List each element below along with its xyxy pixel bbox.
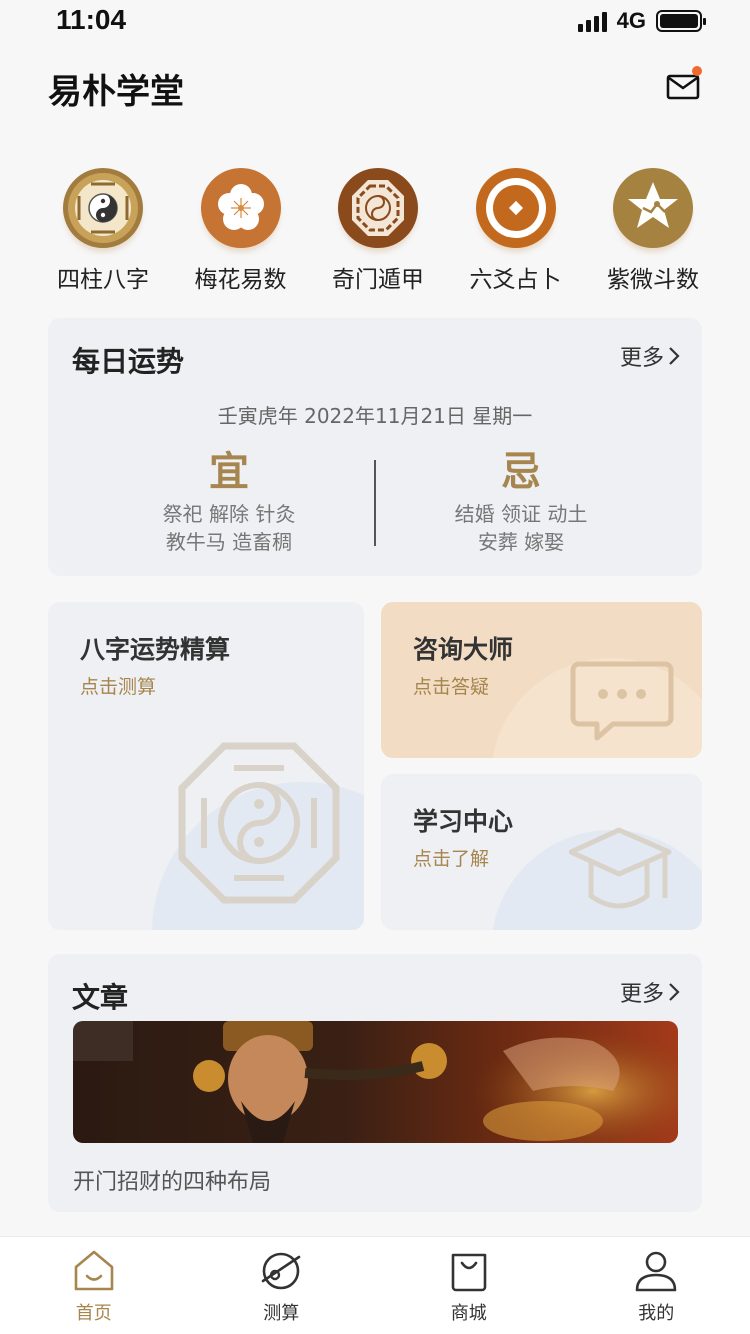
tab-label: 我的: [638, 1303, 675, 1324]
section-title: 每日运势: [72, 345, 185, 378]
mail-icon: [666, 74, 700, 100]
home-icon: [74, 1250, 114, 1291]
tab-shop[interactable]: 商城: [375, 1237, 563, 1334]
category-label: 奇门遁甲: [332, 267, 424, 293]
tile-subtitle: 点击答疑: [413, 676, 490, 698]
tile-subtitle: 点击了解: [413, 848, 490, 870]
section-title: 文章: [72, 981, 129, 1014]
category-label: 六爻占卜: [469, 267, 562, 293]
category-qimen-dunjia[interactable]: 奇门遁甲: [313, 168, 443, 298]
chat-bubble-icon: [570, 661, 674, 741]
yi-column: 宜 祭祀 解除 针灸 教牛马 造畜稠: [84, 450, 374, 556]
status-time: 11:04: [56, 4, 127, 35]
ji-items-line: 安葬 嫁娶: [477, 530, 565, 554]
tile-subtitle: 点击测算: [80, 676, 157, 698]
octagon-yinyang-icon: [338, 168, 418, 248]
category-meihua-yishu[interactable]: 梅花易数: [176, 168, 306, 298]
status-indicators: 4G: [577, 8, 706, 34]
ji-label: 忌: [501, 449, 541, 495]
signal-icon: [577, 10, 607, 32]
category-row: 四柱八字 梅花易数 奇门遁甲 六爻占卜 紫微斗数: [38, 168, 718, 298]
star-icon: [613, 168, 693, 248]
more-link[interactable]: 更多: [620, 976, 680, 1008]
plum-blossom-icon: [200, 168, 281, 248]
chevron-right-icon: [669, 983, 680, 1001]
yi-items-line: 教牛马 造畜稠: [165, 530, 293, 554]
ji-column: 忌 结婚 领证 动土 安葬 嫁娶: [376, 450, 666, 556]
notification-dot: [692, 66, 702, 76]
bottom-tab-bar: 首页 测算 商城 我的: [0, 1236, 750, 1334]
daily-fortune-card[interactable]: 每日运势 更多 壬寅虎年 2022年11月21日 星期一 宜 祭祀 解除 针灸 …: [48, 318, 702, 576]
consult-master-tile[interactable]: 咨询大师 点击答疑: [381, 602, 702, 758]
category-sizhu-bazi[interactable]: 四柱八字: [38, 168, 168, 298]
bagua-icon: [63, 168, 143, 248]
status-bar: 11:04 4G: [0, 0, 750, 44]
graduation-cap-icon: [569, 827, 672, 909]
bagua-watermark-icon: [178, 742, 340, 904]
tile-title: 咨询大师: [413, 635, 514, 664]
mail-button[interactable]: [664, 66, 704, 104]
article-banner-image[interactable]: [73, 1021, 678, 1143]
lunar-date: 壬寅虎年 2022年11月21日 星期一: [217, 404, 533, 428]
tab-label: 商城: [450, 1303, 487, 1324]
category-label: 紫微斗数: [607, 267, 699, 293]
category-label: 梅花易数: [194, 267, 287, 293]
coin-icon: [475, 168, 556, 248]
category-liuyao-zhanbu[interactable]: 六爻占卜: [451, 168, 581, 298]
tab-calculate[interactable]: 测算: [188, 1237, 376, 1334]
more-label: 更多: [619, 982, 664, 1007]
app-title: 易朴学堂: [48, 72, 184, 112]
planet-icon: [261, 1252, 301, 1290]
battery-icon: [656, 10, 706, 32]
shopping-bag-icon: [451, 1253, 487, 1292]
article-title[interactable]: 开门招财的四种布局: [73, 1164, 271, 1196]
more-label: 更多: [619, 346, 664, 371]
tab-home[interactable]: 首页: [0, 1237, 188, 1334]
ji-items-line: 结婚 领证 动土: [454, 502, 588, 526]
tab-label: 测算: [263, 1303, 300, 1324]
bazi-fortune-tile[interactable]: 八字运势精算 点击测算: [48, 602, 364, 930]
yi-label: 宜: [209, 449, 249, 495]
tab-label: 首页: [75, 1303, 112, 1324]
study-center-tile[interactable]: 学习中心 点击了解: [381, 774, 702, 930]
yi-items-line: 祭祀 解除 针灸: [162, 502, 296, 526]
articles-card: 文章 更多 开门招财的四种布局: [48, 954, 702, 1212]
tile-title: 八字运势精算: [80, 635, 231, 664]
tile-title: 学习中心: [413, 807, 514, 836]
more-link[interactable]: 更多: [620, 340, 680, 372]
user-icon: [635, 1251, 677, 1292]
category-ziwei-doushu[interactable]: 紫微斗数: [588, 168, 718, 298]
category-label: 四柱八字: [57, 267, 149, 293]
network-type: 4G: [616, 8, 646, 33]
chevron-right-icon: [669, 347, 680, 365]
tab-profile[interactable]: 我的: [563, 1237, 750, 1334]
